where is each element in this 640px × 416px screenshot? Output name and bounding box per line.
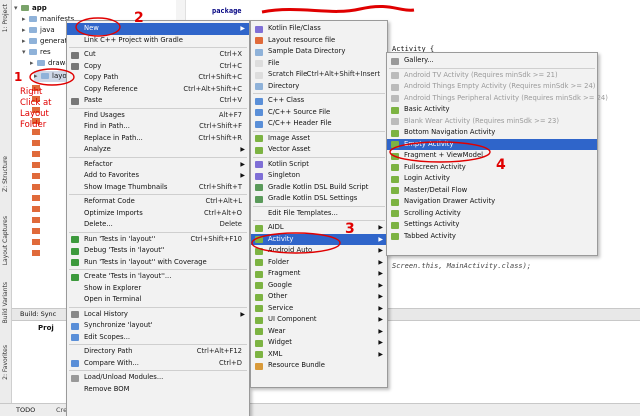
annotation-circle-empty-activity	[389, 141, 491, 163]
annotation-circle-layout	[29, 68, 75, 86]
annotation-circle-new	[75, 17, 121, 37]
annotation-step-2: 2	[134, 10, 144, 26]
annotation-underline-package	[261, 4, 415, 14]
annotation-step-4: 4	[496, 157, 506, 173]
annotation-step-1: 1	[14, 70, 23, 84]
annotation-circle-activity	[251, 232, 341, 254]
annotation-step-3: 3	[345, 221, 355, 237]
annotation-overlay	[29, 4, 491, 254]
annotation-note: Right Click at Layout Folder	[20, 87, 52, 130]
